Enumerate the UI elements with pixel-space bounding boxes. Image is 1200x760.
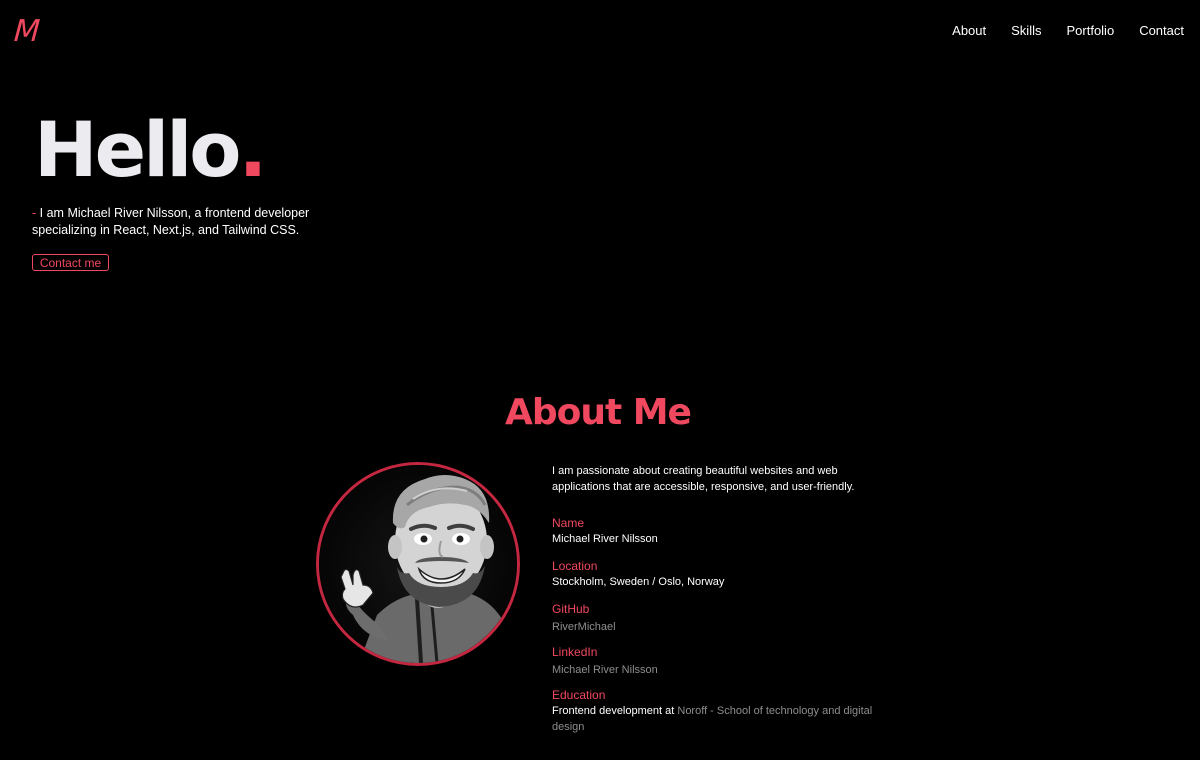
- hero-title-dot: .: [238, 105, 267, 194]
- main-nav: About Skills Portfolio Contact: [927, 22, 1184, 40]
- about-title: About Me: [505, 392, 692, 433]
- avatar: [316, 462, 520, 666]
- info-name-label: Name: [552, 516, 585, 530]
- nav-link-contact[interactable]: Contact: [1139, 22, 1184, 40]
- info-location: Location Stockholm, Sweden / Oslo, Norwa…: [552, 558, 892, 590]
- info-education: Education Frontend development at Noroff…: [552, 687, 892, 735]
- info-linkedin-label: LinkedIn: [552, 645, 598, 659]
- education-prefix: Frontend development at: [552, 705, 675, 717]
- hero-dash: -: [32, 206, 37, 220]
- avatar-illustration: [319, 465, 517, 663]
- info-education-label: Education: [552, 688, 606, 702]
- info-linkedin: LinkedIn Michael River Nilsson: [552, 644, 892, 678]
- hero-intro-text: I am Michael River Nilsson, a frontend d…: [32, 206, 310, 237]
- nav-link-about[interactable]: About: [952, 22, 986, 40]
- about-description: I am passionate about creating beautiful…: [552, 465, 855, 493]
- info-name-value: Michael River Nilsson: [552, 533, 658, 545]
- github-link[interactable]: RiverMichael: [552, 619, 616, 635]
- linkedin-link[interactable]: Michael River Nilsson: [552, 662, 658, 678]
- info-education-value: Frontend development at Noroff - School …: [552, 703, 892, 735]
- hero-title: Hello.: [34, 100, 267, 200]
- nav-link-portfolio[interactable]: Portfolio: [1066, 22, 1114, 40]
- info-github-label: GitHub: [552, 602, 590, 616]
- info-github: GitHub RiverMichael: [552, 601, 892, 635]
- info-location-value: Stockholm, Sweden / Oslo, Norway: [552, 576, 725, 588]
- contact-me-button[interactable]: Contact me: [32, 254, 109, 271]
- info-location-label: Location: [552, 559, 598, 573]
- hero-title-text: Hello: [34, 105, 241, 194]
- nav-link-skills[interactable]: Skills: [1011, 22, 1041, 40]
- hero-intro: - I am Michael River Nilsson, a frontend…: [32, 205, 322, 239]
- logo[interactable]: M: [13, 14, 41, 50]
- info-name: Name Michael River Nilsson: [552, 515, 892, 547]
